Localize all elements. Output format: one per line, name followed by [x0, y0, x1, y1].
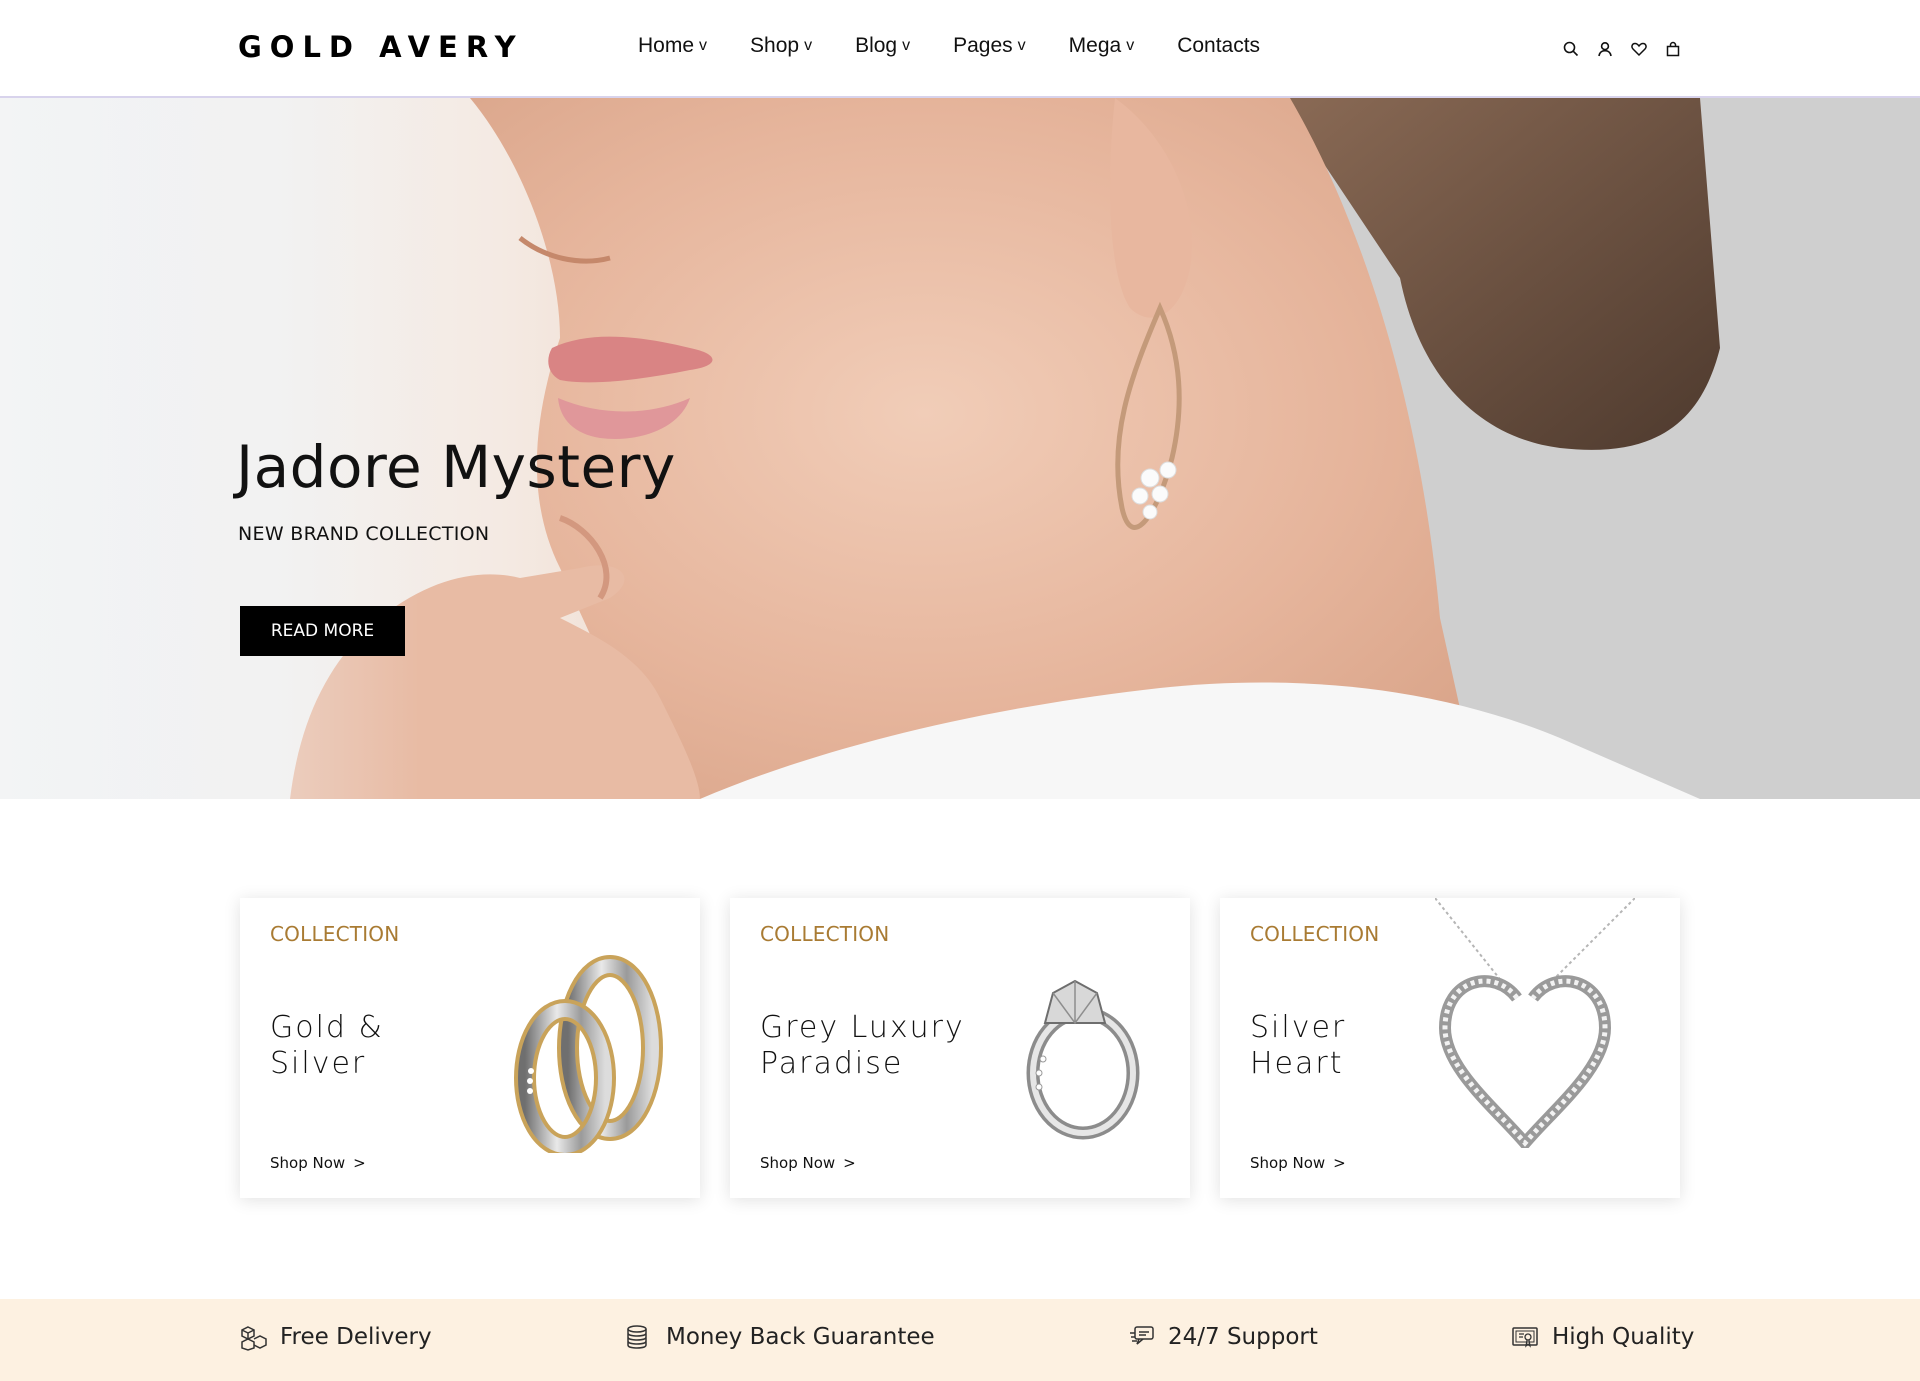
feature-free-delivery: Free Delivery	[238, 1322, 432, 1352]
chevron-right-icon: >	[1333, 1154, 1346, 1172]
boxes-icon	[238, 1322, 268, 1352]
coins-icon	[624, 1322, 654, 1352]
nav-item-label: Home	[638, 34, 695, 57]
collection-tag: COLLECTION	[1250, 922, 1380, 946]
hero-banner: Jadore Mystery NEW BRAND COLLECTION READ…	[0, 98, 1920, 799]
chevron-down-icon: v	[699, 37, 708, 54]
shop-now-label: Shop Now	[270, 1154, 346, 1172]
nav-item-blog[interactable]: Blog v	[855, 34, 910, 58]
nav-item-label: Blog	[855, 34, 898, 57]
site-header: GOLD AVERY Home v Shop v Blog v Pages v …	[0, 0, 1920, 98]
features-bar: Free Delivery Money Back Guarantee 24/7 …	[0, 1299, 1920, 1381]
shop-now-label: Shop Now	[1250, 1154, 1326, 1172]
chevron-down-icon: v	[902, 37, 911, 54]
certificate-icon	[1510, 1322, 1540, 1352]
collection-title-line: Grey Luxury	[760, 1010, 965, 1045]
chevron-down-icon: v	[804, 37, 813, 54]
feature-label: Money Back Guarantee	[666, 1324, 935, 1350]
feature-label: High Quality	[1552, 1324, 1695, 1350]
hero-title: Jadore Mystery	[236, 433, 676, 501]
shop-now-label: Shop Now	[760, 1154, 836, 1172]
chevron-down-icon: v	[1126, 37, 1135, 54]
shop-now-link[interactable]: Shop Now >	[270, 1154, 366, 1172]
feature-money-back: Money Back Guarantee	[624, 1322, 935, 1352]
feature-support: 24/7 Support	[1126, 1322, 1318, 1352]
shop-now-link[interactable]: Shop Now >	[1250, 1154, 1346, 1172]
heart-necklace-image	[1435, 898, 1635, 1148]
collection-title: Grey Luxury Paradise	[760, 1010, 980, 1082]
chevron-right-icon: >	[843, 1154, 856, 1172]
nav-item-shop[interactable]: Shop v	[750, 34, 812, 58]
nav-item-contacts[interactable]: Contacts	[1177, 34, 1260, 58]
collection-title-line: Gold &	[270, 1010, 384, 1045]
bag-icon[interactable]	[1662, 38, 1683, 59]
header-actions	[1560, 38, 1683, 59]
collection-card-grey-luxury[interactable]: COLLECTION Grey Luxury Paradise Shop Now…	[730, 898, 1190, 1198]
user-icon[interactable]	[1594, 38, 1615, 59]
collection-tag: COLLECTION	[760, 922, 890, 946]
heart-icon[interactable]	[1628, 38, 1649, 59]
chevron-right-icon: >	[353, 1154, 366, 1172]
collection-card-silver-heart[interactable]: COLLECTION Silver Heart Shop Now >	[1220, 898, 1680, 1198]
feature-label: 24/7 Support	[1168, 1324, 1318, 1350]
nav-item-pages[interactable]: Pages v	[953, 34, 1026, 58]
site-logo[interactable]: GOLD AVERY	[238, 30, 524, 64]
wedding-rings-image	[514, 955, 663, 1153]
chat-icon	[1126, 1322, 1156, 1352]
collection-title-line: Paradise	[760, 1046, 904, 1081]
main-nav: Home v Shop v Blog v Pages v Mega v Cont…	[638, 34, 1303, 58]
feature-label: Free Delivery	[280, 1324, 432, 1350]
collection-title: Gold & Silver	[270, 1010, 490, 1082]
collections-section: COLLECTION Gold & Silver Shop Now > COLLE…	[240, 898, 1680, 1198]
nav-item-label: Mega	[1068, 34, 1122, 57]
search-icon[interactable]	[1560, 38, 1581, 59]
collection-card-gold-silver[interactable]: COLLECTION Gold & Silver Shop Now >	[240, 898, 700, 1198]
chevron-down-icon: v	[1017, 37, 1026, 54]
shop-now-link[interactable]: Shop Now >	[760, 1154, 856, 1172]
nav-item-label: Shop	[750, 34, 800, 57]
collection-tag: COLLECTION	[270, 922, 400, 946]
nav-item-label: Pages	[953, 34, 1013, 57]
collection-title-line: Silver	[270, 1046, 367, 1081]
read-more-button[interactable]: READ MORE	[240, 606, 405, 656]
diamond-ring-image	[1026, 979, 1140, 1140]
hero-subtitle: NEW BRAND COLLECTION	[238, 523, 490, 545]
nav-item-home[interactable]: Home v	[638, 34, 707, 58]
nav-item-label: Contacts	[1177, 34, 1261, 57]
feature-high-quality: High Quality	[1510, 1322, 1694, 1352]
nav-item-mega[interactable]: Mega v	[1069, 34, 1135, 58]
